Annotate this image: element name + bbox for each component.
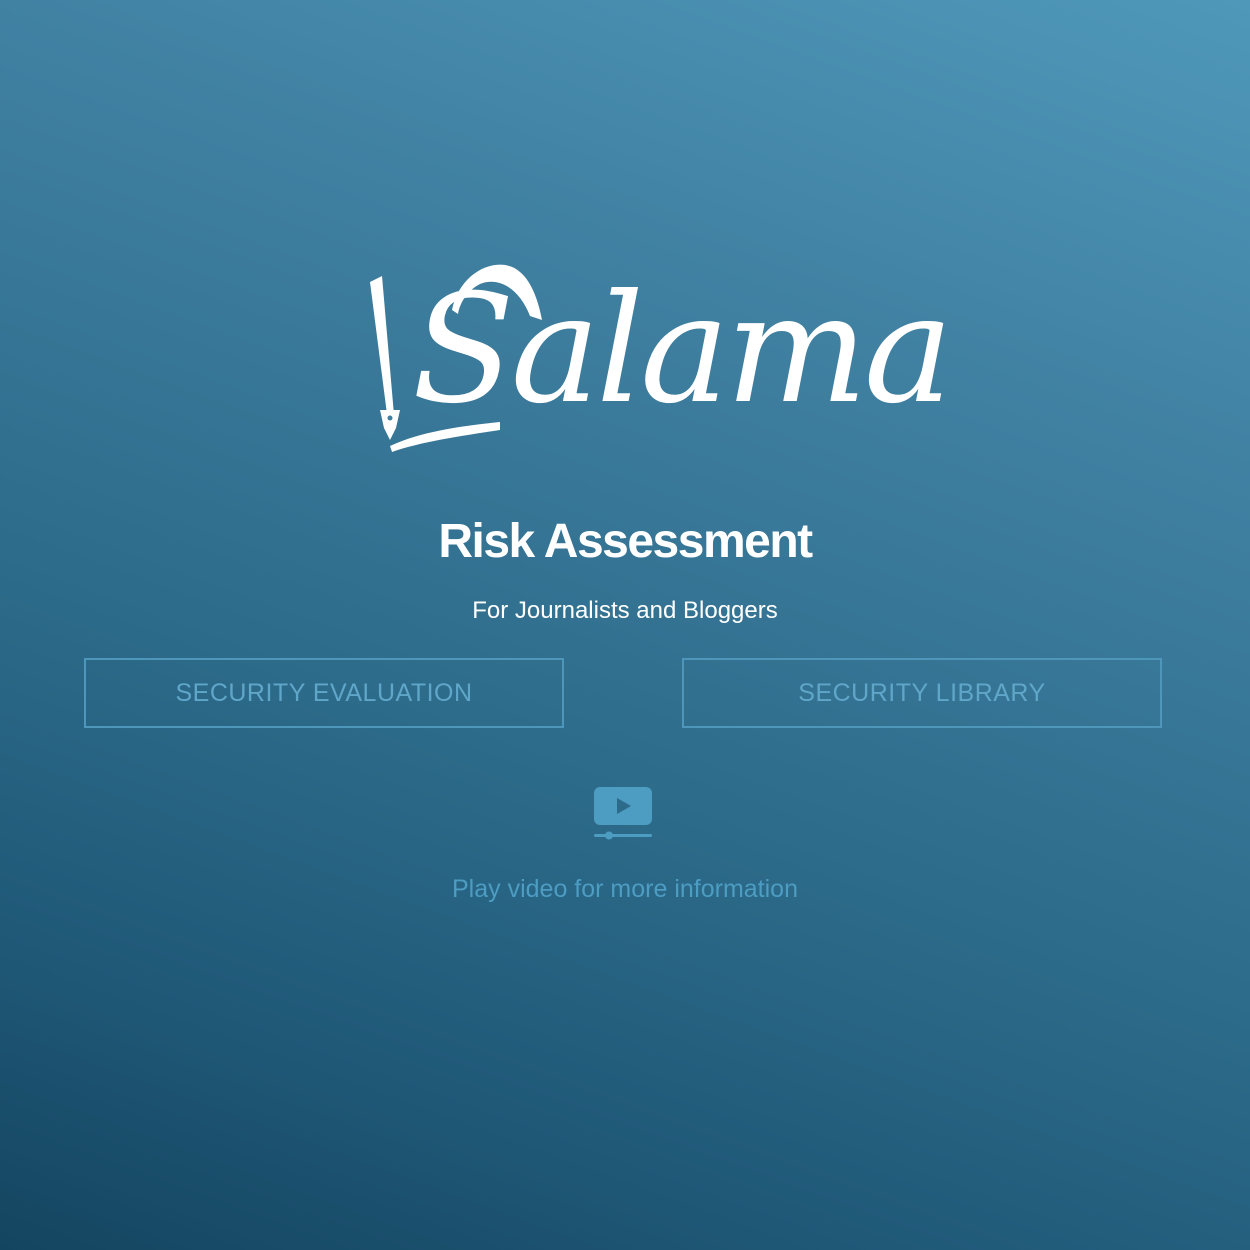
play-video-icon[interactable] (591, 785, 655, 843)
play-video-link[interactable]: Play video for more information (0, 872, 1250, 906)
page-title: Risk Assessment (438, 515, 813, 568)
logo-wordmark: Salama (412, 263, 953, 437)
page-subtitle: For Journalists and Bloggers (472, 597, 778, 624)
security-evaluation-button[interactable]: SECURITY EVALUATION (84, 658, 564, 728)
security-library-button[interactable]: SECURITY LIBRARY (682, 658, 1162, 728)
